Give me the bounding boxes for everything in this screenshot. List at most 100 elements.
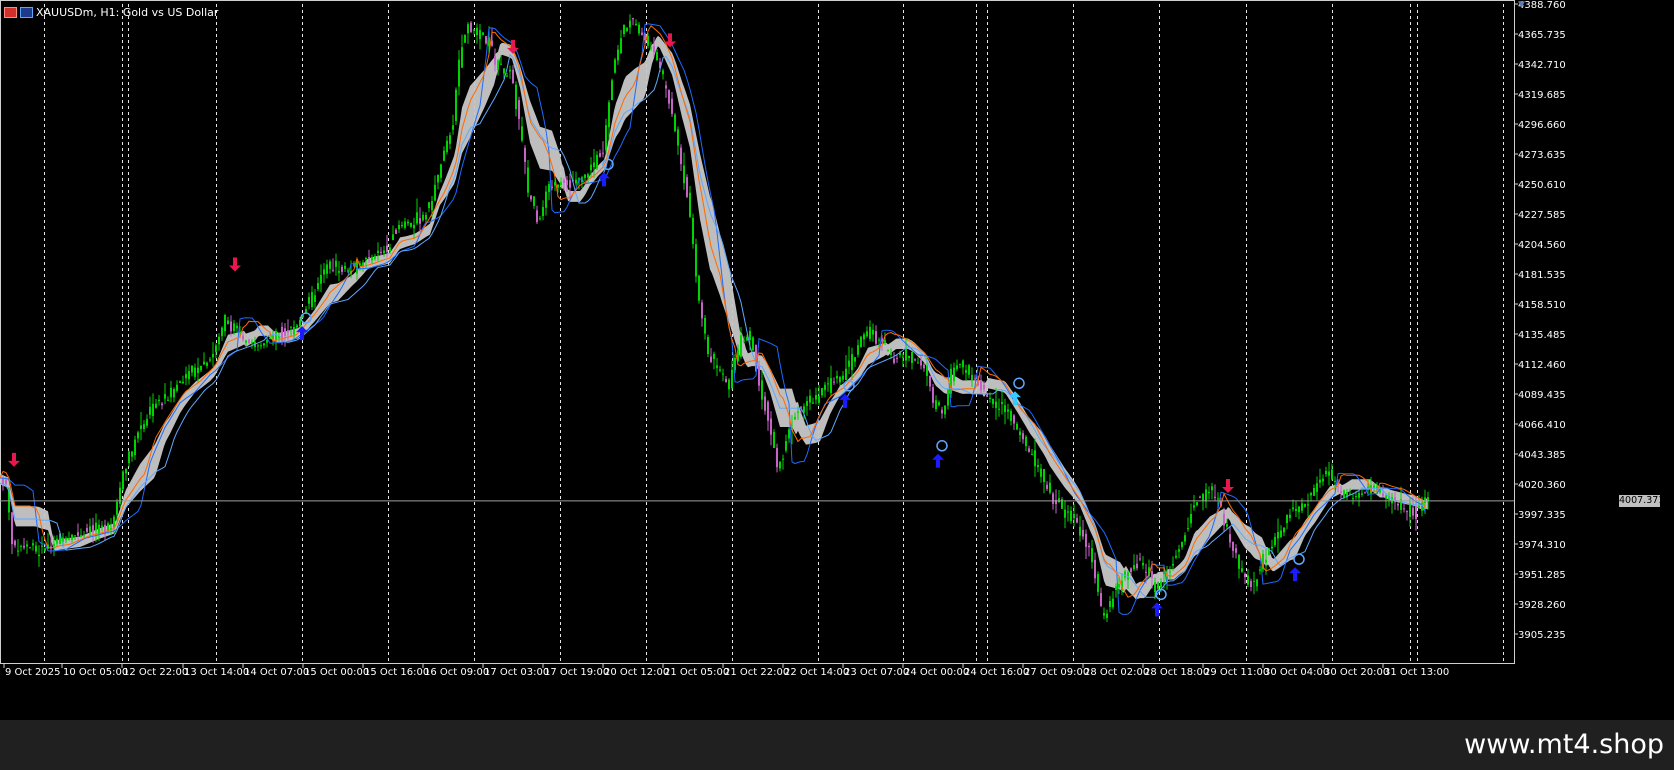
candle-body: [491, 40, 493, 46]
y-tick-label: 4273.635: [1518, 150, 1566, 161]
candle-body: [161, 403, 163, 406]
candle-body: [1097, 574, 1099, 592]
candle-body: [1424, 497, 1426, 504]
y-tick-label: 4043.385: [1518, 450, 1566, 461]
candle-body: [638, 24, 640, 34]
y-tick-label: 4158.510: [1518, 300, 1566, 311]
candle-body: [1334, 480, 1336, 482]
candle-body: [377, 250, 379, 253]
candle-body: [1088, 545, 1090, 548]
x-tick-label: 9 Oct 2025: [5, 667, 60, 678]
candle-body: [365, 257, 367, 259]
candle-body: [71, 534, 73, 540]
candle-body: [950, 368, 952, 394]
candle-body: [1178, 549, 1180, 552]
candle-body: [512, 69, 514, 84]
x-tick-label: 23 Oct 07:00: [844, 667, 909, 678]
candle-body: [878, 339, 880, 341]
candle-body: [1403, 508, 1405, 510]
candle-body: [1064, 509, 1066, 518]
candle-body: [1079, 526, 1081, 536]
candle-body: [536, 210, 538, 223]
candle-body: [767, 401, 769, 421]
candle-body: [1331, 469, 1333, 480]
candle-body: [809, 395, 811, 403]
candle-body: [776, 447, 778, 468]
candle-body: [296, 325, 298, 328]
candle-body: [185, 374, 187, 379]
candle-body: [689, 192, 691, 217]
candle-body: [1301, 503, 1303, 511]
candle-body: [863, 334, 865, 340]
candle-body: [932, 387, 934, 403]
signal-circle-icon: [1013, 377, 1025, 390]
candle-body: [221, 327, 223, 337]
candle-body: [716, 365, 718, 368]
candle-body: [1235, 548, 1237, 553]
candle-body: [1208, 491, 1210, 493]
y-tick-label: 4227.585: [1518, 210, 1566, 221]
candle-body: [728, 379, 730, 390]
candle-body: [800, 406, 802, 408]
candle-body: [1058, 498, 1060, 503]
candle-body: [56, 538, 58, 544]
candle-body: [905, 348, 907, 361]
candle-body: [764, 396, 766, 411]
candle-body: [1232, 541, 1234, 551]
candle-body: [1142, 562, 1144, 566]
candle-body: [1274, 536, 1276, 546]
candle-body: [1244, 573, 1246, 578]
y-tick-label: 3974.310: [1518, 540, 1566, 551]
candle-body: [299, 320, 301, 327]
candle-body: [1172, 563, 1174, 566]
candle-body: [923, 364, 925, 369]
candle-body: [824, 384, 826, 391]
candle-body: [434, 184, 436, 201]
candle-body: [212, 353, 214, 358]
candle-body: [35, 545, 37, 552]
candle-body: [329, 261, 331, 269]
candle-body: [827, 383, 829, 385]
candle-body: [428, 202, 430, 209]
candle-body: [890, 352, 892, 355]
candle-body: [1229, 534, 1231, 543]
candle-body: [1241, 568, 1243, 572]
y-tick-label: 3997.335: [1518, 510, 1566, 521]
buy-arrow-icon: [932, 453, 944, 468]
candle-body: [257, 345, 259, 347]
candle-body: [953, 367, 955, 382]
chart-area[interactable]: 4388.760 4365.735 4342.710 4319.685 4296.660…: [0, 0, 1674, 770]
candle-body: [203, 361, 205, 365]
candle-body: [599, 153, 601, 157]
candle-body: [1313, 488, 1315, 496]
candle-body: [371, 257, 373, 261]
y-tick-label: 4112.460: [1518, 360, 1566, 371]
candle-body: [95, 522, 97, 531]
candle-body: [668, 90, 670, 104]
chart-shift-icon[interactable]: ▼: [1518, 0, 1525, 10]
candle-body: [1190, 513, 1192, 524]
candle-body: [314, 295, 316, 303]
candle-body: [248, 339, 250, 344]
y-tick-label: 4204.560: [1518, 240, 1566, 251]
candle-body: [374, 255, 376, 259]
candle-body: [1115, 586, 1117, 590]
candle-body: [641, 32, 643, 36]
candle-body: [1013, 415, 1015, 424]
candle-body: [743, 340, 745, 342]
candle-body: [587, 174, 589, 178]
candle-body: [1169, 571, 1171, 573]
candle-body: [968, 365, 970, 375]
candle-body: [752, 337, 754, 351]
candle-body: [1352, 498, 1354, 500]
candle-body: [128, 451, 130, 464]
candle-body: [68, 538, 70, 540]
candle-body: [761, 380, 763, 400]
price-chart[interactable]: 4388.760 4365.735 4342.710 4319.685 4296.660…: [0, 0, 1674, 720]
candle-body: [407, 221, 409, 224]
plot-frame: [0, 0, 1515, 664]
candle-body: [833, 381, 835, 383]
candle-body: [656, 52, 658, 61]
candle-body: [710, 356, 712, 362]
candle-body: [1004, 405, 1006, 413]
